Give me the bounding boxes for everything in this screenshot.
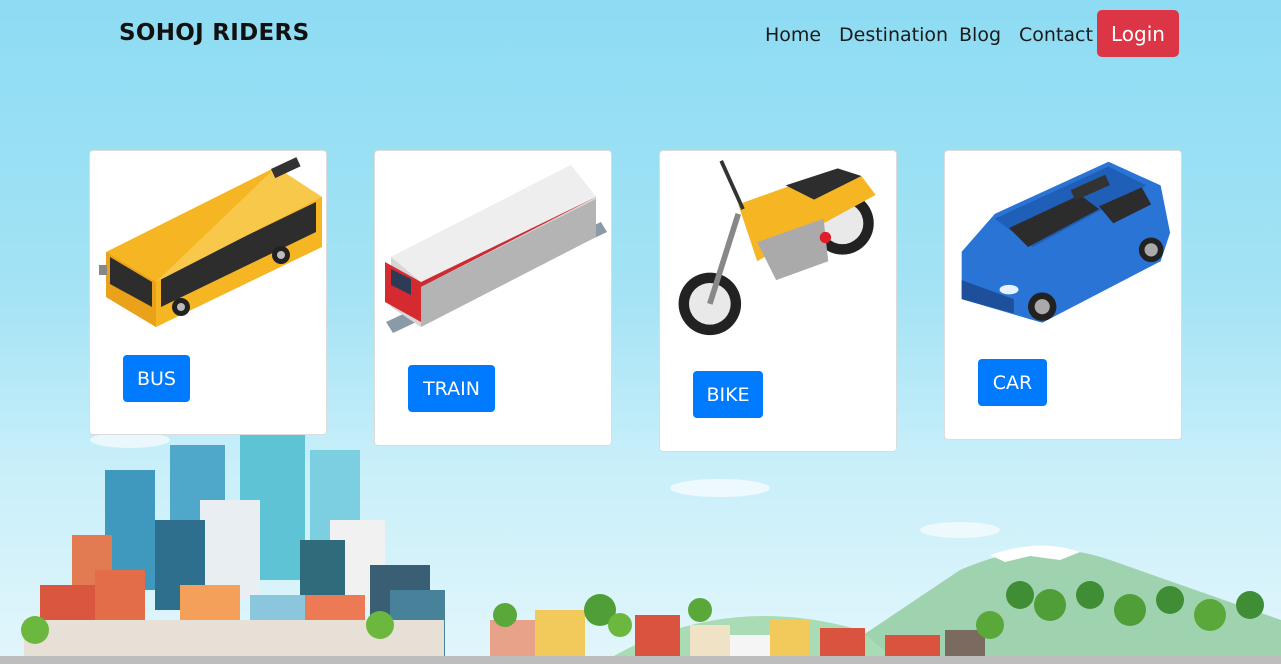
bus-image: [99, 157, 322, 327]
nav-home[interactable]: Home: [765, 24, 821, 46]
train-button[interactable]: TRAIN: [408, 365, 495, 412]
vehicle-card-train[interactable]: TRAIN: [374, 150, 612, 446]
nav-destination[interactable]: Destination: [839, 24, 948, 46]
bus-button[interactable]: BUS: [123, 355, 190, 402]
bike-image: [678, 160, 876, 336]
train-image: [385, 165, 607, 333]
login-button[interactable]: Login: [1097, 10, 1179, 57]
navbar: SOHOJ RIDERS Home Destination Blog Conta…: [0, 0, 1281, 70]
vehicle-card-car[interactable]: CAR: [944, 150, 1182, 440]
vehicle-card-bus[interactable]: BUS: [89, 150, 327, 435]
bike-button[interactable]: BIKE: [693, 371, 763, 418]
vehicle-card-bike[interactable]: BIKE: [659, 150, 897, 452]
car-button[interactable]: CAR: [978, 359, 1047, 406]
cityscape-illustration: [0, 430, 1281, 664]
nav-contact[interactable]: Contact: [1019, 24, 1093, 46]
nav-blog[interactable]: Blog: [959, 24, 1001, 46]
brand-logo[interactable]: SOHOJ RIDERS: [119, 20, 309, 46]
car-image: [961, 161, 1171, 323]
